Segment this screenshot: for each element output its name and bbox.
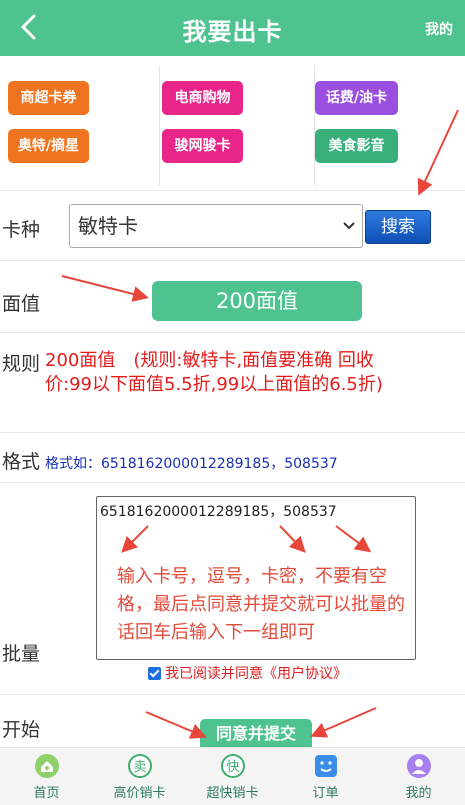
category-junwang[interactable]: 骏网骏卡 (162, 129, 243, 163)
category-shopping-coupons[interactable]: 商超卡券 (8, 81, 89, 115)
tab-home-label: 首页 (33, 786, 60, 801)
category-ecommerce[interactable]: 电商购物 (162, 81, 243, 115)
category-aote-zhaixing[interactable]: 奥特/摘星 (8, 129, 89, 163)
agree-checkbox[interactable]: 我已阅读并同意《用户协议》 (148, 663, 347, 683)
face-value-button[interactable]: 200面值 (152, 281, 362, 321)
category-grid: 商超卡券 奥特/摘星 电商购物 骏网骏卡 话费/油卡 美食影音 (0, 62, 465, 190)
user-icon (407, 754, 431, 778)
tab-home[interactable]: 首页 (0, 748, 93, 805)
svg-text:卖: 卖 (133, 760, 146, 775)
face-value-label: 面值 (2, 293, 41, 315)
agree-text: 我已阅读并同意《用户协议》 (165, 666, 347, 682)
chevron-down-icon (343, 222, 355, 230)
tab-orders[interactable]: 订单 (279, 748, 372, 805)
checkbox-checked-icon[interactable] (148, 667, 161, 680)
fast-icon: 快 (221, 754, 245, 778)
batch-row: 批量 6518162000012289185，508537 输入卡号，逗号，卡密… (0, 482, 465, 694)
tab-high-price-sell[interactable]: 卖 高价销卡 (93, 748, 186, 805)
card-type-label: 卡种 (2, 219, 41, 241)
start-row: 开始 同意并提交 (0, 694, 465, 753)
tab-mine[interactable]: 我的 (372, 748, 465, 805)
tab-orders-label: 订单 (312, 786, 339, 801)
batch-label: 批量 (2, 643, 41, 665)
face-value-row: 面值 200面值 (0, 260, 465, 332)
order-icon (315, 755, 337, 777)
rule-label: 规则 (2, 353, 41, 375)
rule-row: 规则 200面值 (规则:敏特卡,面值要准确 回收价:99以下面值5.5折,99… (0, 332, 465, 432)
batch-input[interactable]: 6518162000012289185，508537 输入卡号，逗号，卡密，不要… (96, 496, 416, 660)
app-header: 我要出卡 我的 (0, 0, 465, 56)
card-type-row: 卡种 敏特卡 搜索 (0, 190, 465, 260)
rule-text: 200面值 (规则:敏特卡,面值要准确 回收价:99以下面值5.5折,99以上面… (45, 350, 383, 395)
bottom-tab-bar: 首页 卖 高价销卡 快 超快销卡 订单 我的 (0, 747, 465, 805)
tab-fast-sell[interactable]: 快 超快销卡 (186, 748, 279, 805)
sell-icon: 卖 (128, 754, 152, 778)
format-row: 格式 格式如：6518162000012289185，508537 (0, 432, 465, 482)
start-label: 开始 (2, 719, 41, 741)
tab-high-price-sell-label: 高价销卡 (113, 786, 166, 801)
batch-hint-annotation: 输入卡号，逗号，卡密，不要有空格，最后点同意并提交就可以批量的话回车后输入下一组… (117, 566, 405, 643)
category-food-media[interactable]: 美食影音 (315, 129, 398, 163)
tab-mine-label: 我的 (405, 786, 432, 801)
home-icon (35, 754, 59, 778)
card-type-select[interactable]: 敏特卡 (69, 204, 363, 248)
format-example: 格式如：6518162000012289185，508537 (45, 456, 338, 472)
tab-fast-sell-label: 超快销卡 (206, 786, 259, 801)
card-type-value: 敏特卡 (78, 214, 138, 238)
svg-text:快: 快 (226, 760, 239, 775)
page-title: 我要出卡 (182, 18, 283, 46)
category-phone-fuel[interactable]: 话费/油卡 (315, 81, 398, 115)
header-mine-link[interactable]: 我的 (425, 19, 453, 39)
batch-input-value: 6518162000012289185，508537 (100, 504, 337, 520)
format-label: 格式 (2, 451, 41, 473)
search-button[interactable]: 搜索 (365, 210, 431, 244)
